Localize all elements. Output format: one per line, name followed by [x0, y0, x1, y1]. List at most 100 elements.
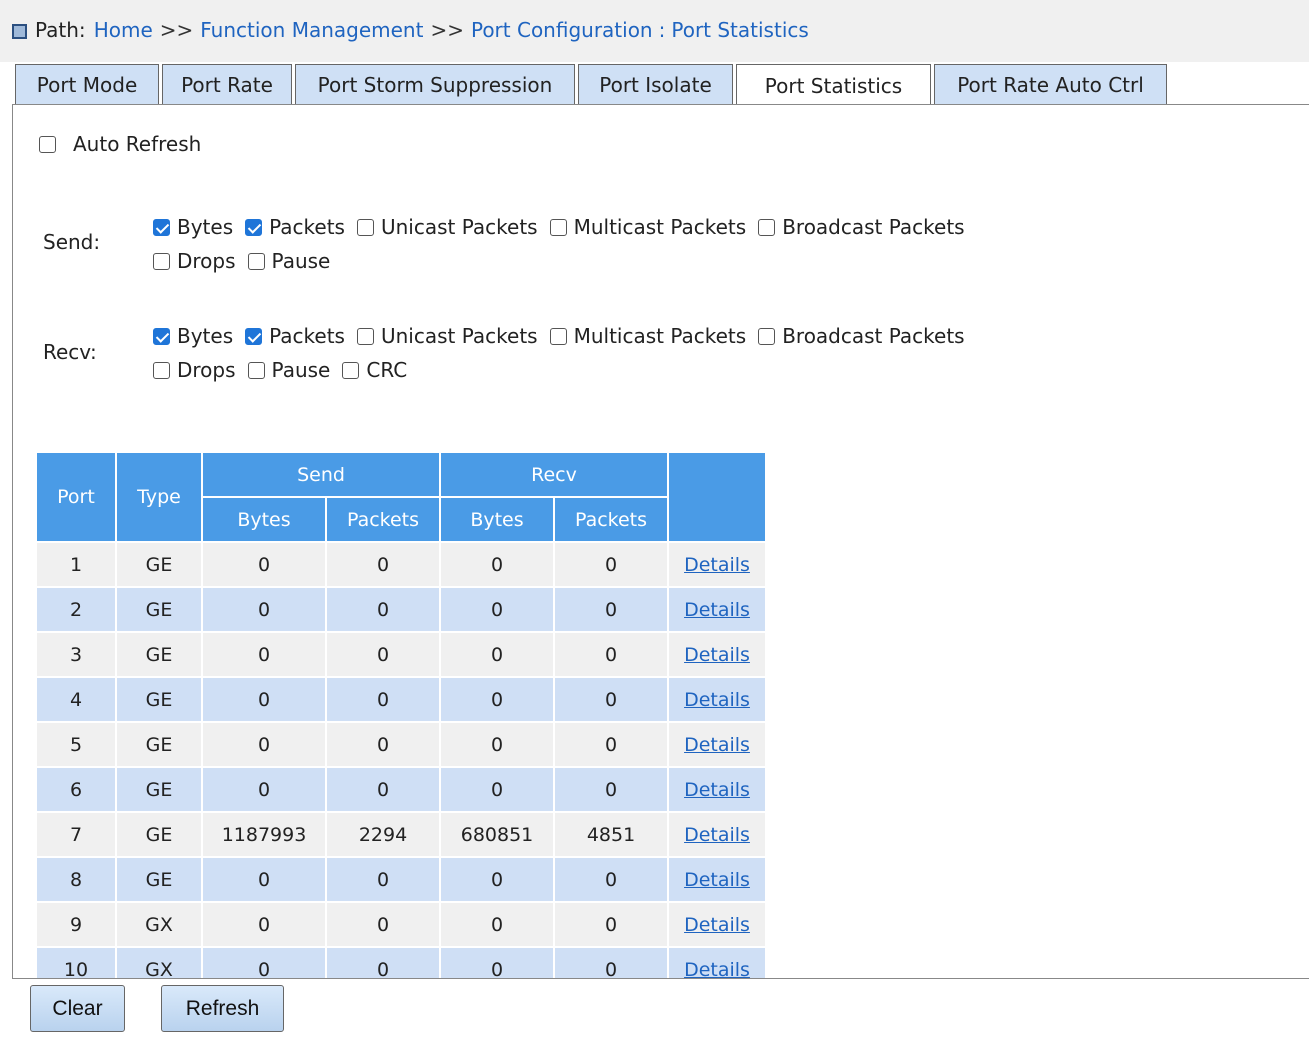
content-panel: Auto Refresh Send: Bytes Packets Unicast…	[12, 104, 1309, 979]
table-row: 4 GE 0 0 0 0 Details	[35, 676, 767, 723]
tab-port-isolate[interactable]: Port Isolate	[578, 64, 733, 105]
send-packets-label: Packets	[269, 215, 345, 239]
send-broadcast-label: Broadcast Packets	[782, 215, 965, 239]
table-row: 6 GE 0 0 0 0 Details	[35, 766, 767, 813]
header-send: Send	[201, 451, 441, 498]
cell-type: GE	[115, 541, 203, 588]
send-unicast-checkbox[interactable]	[356, 218, 374, 236]
tab-port-rate-auto-ctrl[interactable]: Port Rate Auto Ctrl	[934, 64, 1167, 105]
path-bar: Path: Home >> Function Management >> Por…	[0, 0, 1309, 62]
header-actions	[667, 451, 767, 543]
cell-recv-packets: 0	[553, 541, 669, 588]
recv-bytes-checkbox[interactable]	[153, 327, 170, 345]
details-link[interactable]: Details	[667, 541, 767, 588]
cell-port: 2	[35, 586, 117, 633]
tab-port-statistics[interactable]: Port Statistics	[736, 64, 931, 106]
recv-multicast-option[interactable]: Multicast Packets	[549, 324, 746, 348]
details-link[interactable]: Details	[667, 766, 767, 813]
details-link[interactable]: Details	[667, 811, 767, 858]
refresh-button[interactable]: Refresh	[161, 985, 284, 1032]
recv-multicast-checkbox[interactable]	[549, 327, 567, 345]
send-pause-checkbox[interactable]	[247, 252, 265, 270]
auto-refresh-label: Auto Refresh	[73, 132, 202, 156]
recv-unicast-checkbox[interactable]	[356, 327, 374, 345]
recv-crc-option[interactable]: CRC	[342, 358, 407, 382]
breadcrumb-home[interactable]: Home	[94, 18, 153, 42]
auto-refresh-checkbox[interactable]	[39, 135, 56, 153]
recv-packets-checkbox[interactable]	[245, 327, 263, 345]
cell-send-bytes: 1187993	[201, 811, 327, 858]
recv-crc-checkbox[interactable]	[342, 361, 360, 379]
tab-bar: Port Mode Port Rate Port Storm Suppressi…	[15, 64, 1170, 106]
send-drops-checkbox[interactable]	[153, 252, 170, 270]
send-packets-option[interactable]: Packets	[245, 215, 345, 239]
send-unicast-label: Unicast Packets	[380, 215, 538, 239]
header-recv-packets: Packets	[553, 496, 669, 543]
table-row: 5 GE 0 0 0 0 Details	[35, 721, 767, 768]
breadcrumb: Path: Home >> Function Management >> Por…	[12, 18, 809, 42]
cell-port: 3	[35, 631, 117, 678]
table-row: 2 GE 0 0 0 0 Details	[35, 586, 767, 633]
tab-port-storm-suppression[interactable]: Port Storm Suppression	[295, 64, 575, 105]
recv-pause-checkbox[interactable]	[247, 361, 265, 379]
breadcrumb-current[interactable]: Port Statistics	[671, 18, 808, 42]
cell-send-bytes: 0	[201, 541, 327, 588]
cell-type: GE	[115, 856, 203, 903]
recv-pause-option[interactable]: Pause	[247, 358, 330, 382]
cell-recv-packets: 0	[553, 856, 669, 903]
clear-button[interactable]: Clear	[30, 985, 125, 1032]
send-bytes-option[interactable]: Bytes	[153, 215, 233, 239]
send-multicast-label: Multicast Packets	[573, 215, 747, 239]
tab-port-mode[interactable]: Port Mode	[15, 64, 159, 105]
breadcrumb-port-configuration[interactable]: Port Configuration	[471, 18, 653, 42]
send-unicast-option[interactable]: Unicast Packets	[356, 215, 538, 239]
send-bytes-checkbox[interactable]	[153, 218, 170, 236]
cell-port: 5	[35, 721, 117, 768]
cell-type: GX	[115, 901, 203, 948]
details-link[interactable]: Details	[667, 631, 767, 678]
cell-recv-packets: 0	[553, 631, 669, 678]
breadcrumb-function-management[interactable]: Function Management	[200, 18, 423, 42]
recv-bytes-option[interactable]: Bytes	[153, 324, 233, 348]
cell-recv-bytes: 0	[439, 631, 555, 678]
tab-port-rate[interactable]: Port Rate	[162, 64, 292, 105]
cell-port: 9	[35, 901, 117, 948]
path-square-icon	[12, 23, 27, 39]
recv-drops-checkbox[interactable]	[153, 361, 170, 379]
recv-broadcast-option[interactable]: Broadcast Packets	[758, 324, 965, 348]
path-label: Path:	[35, 18, 86, 42]
cell-type: GE	[115, 811, 203, 858]
cell-recv-bytes: 0	[439, 901, 555, 948]
recv-unicast-option[interactable]: Unicast Packets	[356, 324, 538, 348]
recv-packets-label: Packets	[269, 324, 345, 348]
details-link[interactable]: Details	[667, 721, 767, 768]
header-type: Type	[115, 451, 203, 543]
table-row: 9 GX 0 0 0 0 Details	[35, 901, 767, 948]
cell-send-packets: 0	[325, 856, 441, 903]
cell-send-packets: 2294	[325, 811, 441, 858]
cell-recv-packets: 0	[553, 721, 669, 768]
cell-recv-packets: 0	[553, 676, 669, 723]
send-broadcast-option[interactable]: Broadcast Packets	[758, 215, 965, 239]
details-link[interactable]: Details	[667, 901, 767, 948]
send-drops-option[interactable]: Drops	[153, 249, 236, 273]
recv-drops-option[interactable]: Drops	[153, 358, 236, 382]
send-pause-option[interactable]: Pause	[247, 249, 330, 273]
send-multicast-checkbox[interactable]	[549, 218, 567, 236]
cell-send-bytes: 0	[201, 766, 327, 813]
send-broadcast-checkbox[interactable]	[758, 218, 776, 236]
recv-packets-option[interactable]: Packets	[245, 324, 345, 348]
cell-type: GE	[115, 766, 203, 813]
details-link[interactable]: Details	[667, 946, 767, 978]
send-bytes-label: Bytes	[177, 215, 234, 239]
details-link[interactable]: Details	[667, 586, 767, 633]
send-multicast-option[interactable]: Multicast Packets	[549, 215, 747, 239]
auto-refresh-option[interactable]: Auto Refresh	[39, 132, 201, 156]
header-send-packets: Packets	[325, 496, 441, 543]
details-link[interactable]: Details	[667, 676, 767, 723]
recv-broadcast-checkbox[interactable]	[758, 327, 776, 345]
cell-port: 8	[35, 856, 117, 903]
send-packets-checkbox[interactable]	[245, 218, 263, 236]
cell-type: GE	[115, 676, 203, 723]
details-link[interactable]: Details	[667, 856, 767, 903]
